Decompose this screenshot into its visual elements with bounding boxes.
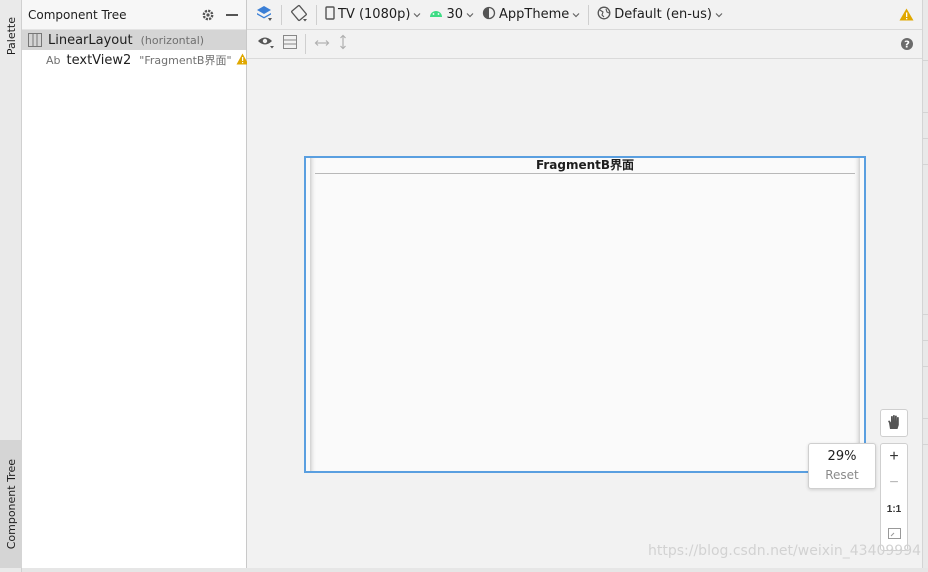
blueprint-toggle[interactable]	[279, 33, 301, 55]
preview-divider	[315, 173, 855, 174]
tree-row-textview2[interactable]: Ab textView2 "FragmentB界面"	[22, 50, 249, 70]
watermark: https://blog.csdn.net/weixin_43409994	[648, 543, 922, 559]
orientation-button[interactable]	[286, 4, 312, 26]
strip-divider	[923, 340, 928, 341]
eye-icon	[257, 35, 275, 53]
tree-row-linearlayout[interactable]: LinearLayout (horizontal)	[22, 30, 246, 50]
phone-icon	[325, 5, 335, 24]
component-tree-panel: Component Tree LinearLayout (horizontal)…	[22, 0, 249, 572]
rotate-icon	[290, 4, 308, 26]
chevron-down-icon	[414, 12, 421, 17]
right-tool-strip	[922, 0, 928, 572]
android-icon	[429, 7, 443, 22]
layers-icon	[255, 4, 273, 26]
device-selector[interactable]: TV (1080p)	[321, 4, 425, 26]
bottom-status-bar	[22, 568, 928, 572]
minimize-icon[interactable]	[222, 5, 242, 25]
zoom-out-button[interactable]: −	[881, 470, 907, 496]
tree-row-name: LinearLayout	[48, 32, 133, 48]
chevron-down-icon	[572, 12, 580, 17]
device-preview[interactable]: FragmentB界面	[304, 156, 866, 473]
zoom-value: 29%	[827, 449, 857, 464]
chevron-down-icon	[715, 12, 723, 17]
zoom-level-popup: 29% Reset	[808, 443, 876, 489]
fit-screen-icon	[887, 526, 901, 544]
view-options-toolbar: ?	[247, 30, 922, 59]
palette-tab[interactable]: Palette	[0, 4, 22, 68]
component-tree-title: Component Tree	[28, 7, 127, 22]
component-tree-tab[interactable]: Component Tree	[0, 440, 22, 568]
toolbar-separator	[305, 34, 306, 54]
gear-icon[interactable]	[198, 5, 218, 25]
toolbar-separator	[316, 4, 317, 25]
strip-divider	[923, 444, 928, 445]
theme-label: AppTheme	[499, 7, 570, 22]
zoom-actual-size-button[interactable]: 1:1	[881, 496, 907, 522]
zoom-controls: + − 1:1	[880, 443, 908, 551]
tree-row-detail: "FragmentB界面"	[139, 54, 232, 67]
textview-icon: Ab	[46, 53, 61, 67]
theme-icon	[482, 6, 496, 24]
tree-row-detail: (horizontal)	[140, 33, 205, 47]
api-label: 30	[446, 7, 463, 22]
design-surface-button[interactable]	[251, 4, 277, 26]
strip-divider	[923, 138, 928, 139]
toolbar-separator	[281, 4, 282, 25]
left-tool-strip: Palette Component Tree	[0, 0, 22, 572]
pan-button[interactable]	[880, 409, 908, 437]
grid-icon	[283, 35, 297, 53]
preview-textview[interactable]: FragmentB界面	[310, 158, 860, 173]
strip-divider	[923, 60, 928, 61]
component-tree-header: Component Tree	[22, 0, 246, 30]
locale-selector[interactable]: Default (en-us)	[593, 4, 727, 26]
zoom-in-button[interactable]: +	[881, 444, 907, 470]
api-level-selector[interactable]: 30	[425, 4, 478, 26]
palette-tab-label: Palette	[4, 16, 18, 56]
view-options-button[interactable]	[253, 33, 279, 55]
help-icon[interactable]: ?	[896, 33, 918, 55]
strip-divider	[923, 314, 928, 315]
component-tree-tab-label: Component Tree	[4, 458, 18, 550]
device-label: TV (1080p)	[338, 7, 411, 22]
svg-text:?: ?	[904, 40, 910, 51]
locale-label: Default (en-us)	[614, 7, 712, 22]
expand-vertical-button[interactable]	[334, 33, 352, 55]
zoom-reset-button[interactable]: Reset	[809, 468, 875, 482]
linear-layout-icon	[28, 33, 42, 47]
globe-icon	[597, 6, 611, 24]
horizontal-arrows-icon	[314, 37, 330, 52]
vertical-arrows-icon	[338, 34, 348, 54]
strip-divider	[923, 164, 928, 165]
layout-editor: Palette Component Tree Component Tree Li…	[0, 0, 928, 572]
expand-horizontal-button[interactable]	[310, 33, 334, 55]
toolbar-separator	[588, 4, 590, 25]
theme-selector[interactable]: AppTheme	[478, 4, 584, 26]
chevron-down-icon	[466, 12, 474, 17]
strip-divider	[923, 366, 928, 367]
strip-divider	[923, 112, 928, 113]
device-screen: FragmentB界面	[310, 158, 860, 471]
strip-divider	[923, 418, 928, 419]
warning-icon[interactable]	[895, 4, 918, 26]
design-toolbar: TV (1080p) 30 AppTheme Default (en-us)	[247, 0, 922, 30]
hand-icon	[886, 414, 902, 433]
tree-row-name: textView2	[66, 52, 132, 68]
